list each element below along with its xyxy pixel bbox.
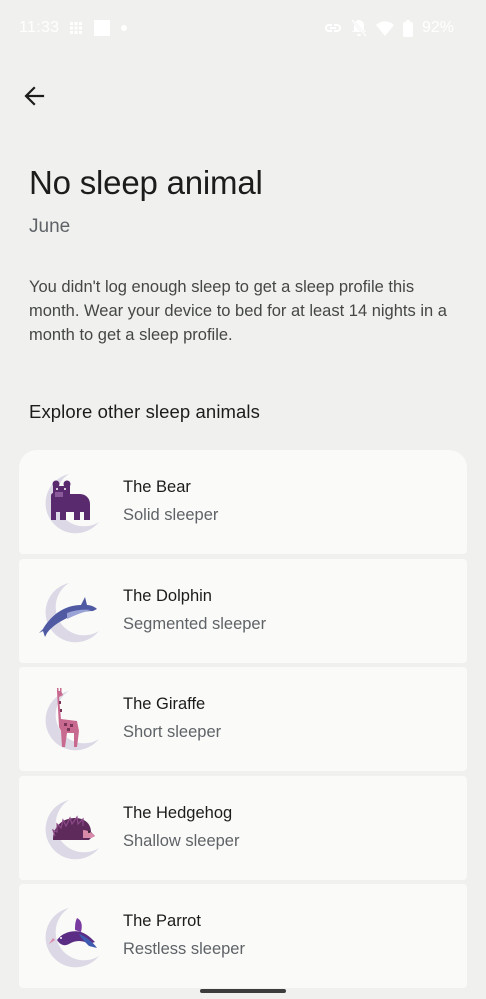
dot-icon: [121, 25, 127, 31]
animal-name: The Hedgehog: [123, 803, 233, 822]
section-heading: Explore other sleep animals: [29, 401, 260, 422]
status-left-icons: [68, 20, 128, 36]
wifi-icon: [375, 20, 394, 36]
animal-card-parrot[interactable]: The Parrot Restless sleeper: [19, 884, 467, 988]
notifications-off-icon: [351, 19, 367, 37]
animal-sleeper-type: Segmented sleeper: [123, 614, 267, 633]
animal-name: The Bear: [123, 478, 191, 496]
animal-sleeper-type: Short sleeper: [123, 723, 222, 741]
animal-name: The Parrot: [123, 912, 201, 930]
animal-card-giraffe[interactable]: The Giraffe Short sleeper: [19, 667, 467, 771]
animal-name: The Dolphin: [123, 586, 212, 605]
animal-sleeper-type: Shallow sleeper: [123, 831, 240, 850]
home-indicator[interactable]: [200, 989, 286, 993]
status-time: 11:33: [19, 19, 60, 36]
back-button[interactable]: [16, 78, 52, 114]
status-bar: 11:33 92%: [0, 0, 486, 58]
status-right: 92%: [324, 19, 454, 37]
bear-icon: [45, 474, 99, 534]
arrow-back-icon: [24, 86, 45, 106]
animal-sleeper-type: Restless sleeper: [123, 940, 245, 958]
animal-card-hedgehog[interactable]: The Hedgehog Shallow sleeper: [19, 775, 467, 880]
dolphin-icon: [39, 582, 99, 642]
grid-icon: [70, 22, 82, 34]
hedgehog-icon: [45, 799, 99, 859]
battery-percentage: 92%: [421, 19, 454, 36]
square-icon: [94, 20, 110, 36]
page-title: No sleep animal: [29, 164, 263, 201]
link-icon: [324, 24, 341, 32]
description-text: You didn't log enough sleep to get a sle…: [29, 278, 447, 344]
giraffe-icon: [45, 688, 99, 751]
animal-card-dolphin[interactable]: The Dolphin Segmented sleeper: [19, 558, 467, 663]
month-label: June: [29, 216, 71, 237]
animal-name: The Giraffe: [123, 695, 206, 713]
battery-icon: [402, 19, 413, 37]
animal-list: The Bear Solid sleeper The Dolphin Segme…: [19, 450, 467, 993]
animal-sleeper-type: Solid sleeper: [123, 506, 219, 524]
parrot-icon: [45, 908, 99, 968]
animal-card-bear[interactable]: The Bear Solid sleeper: [19, 450, 467, 554]
